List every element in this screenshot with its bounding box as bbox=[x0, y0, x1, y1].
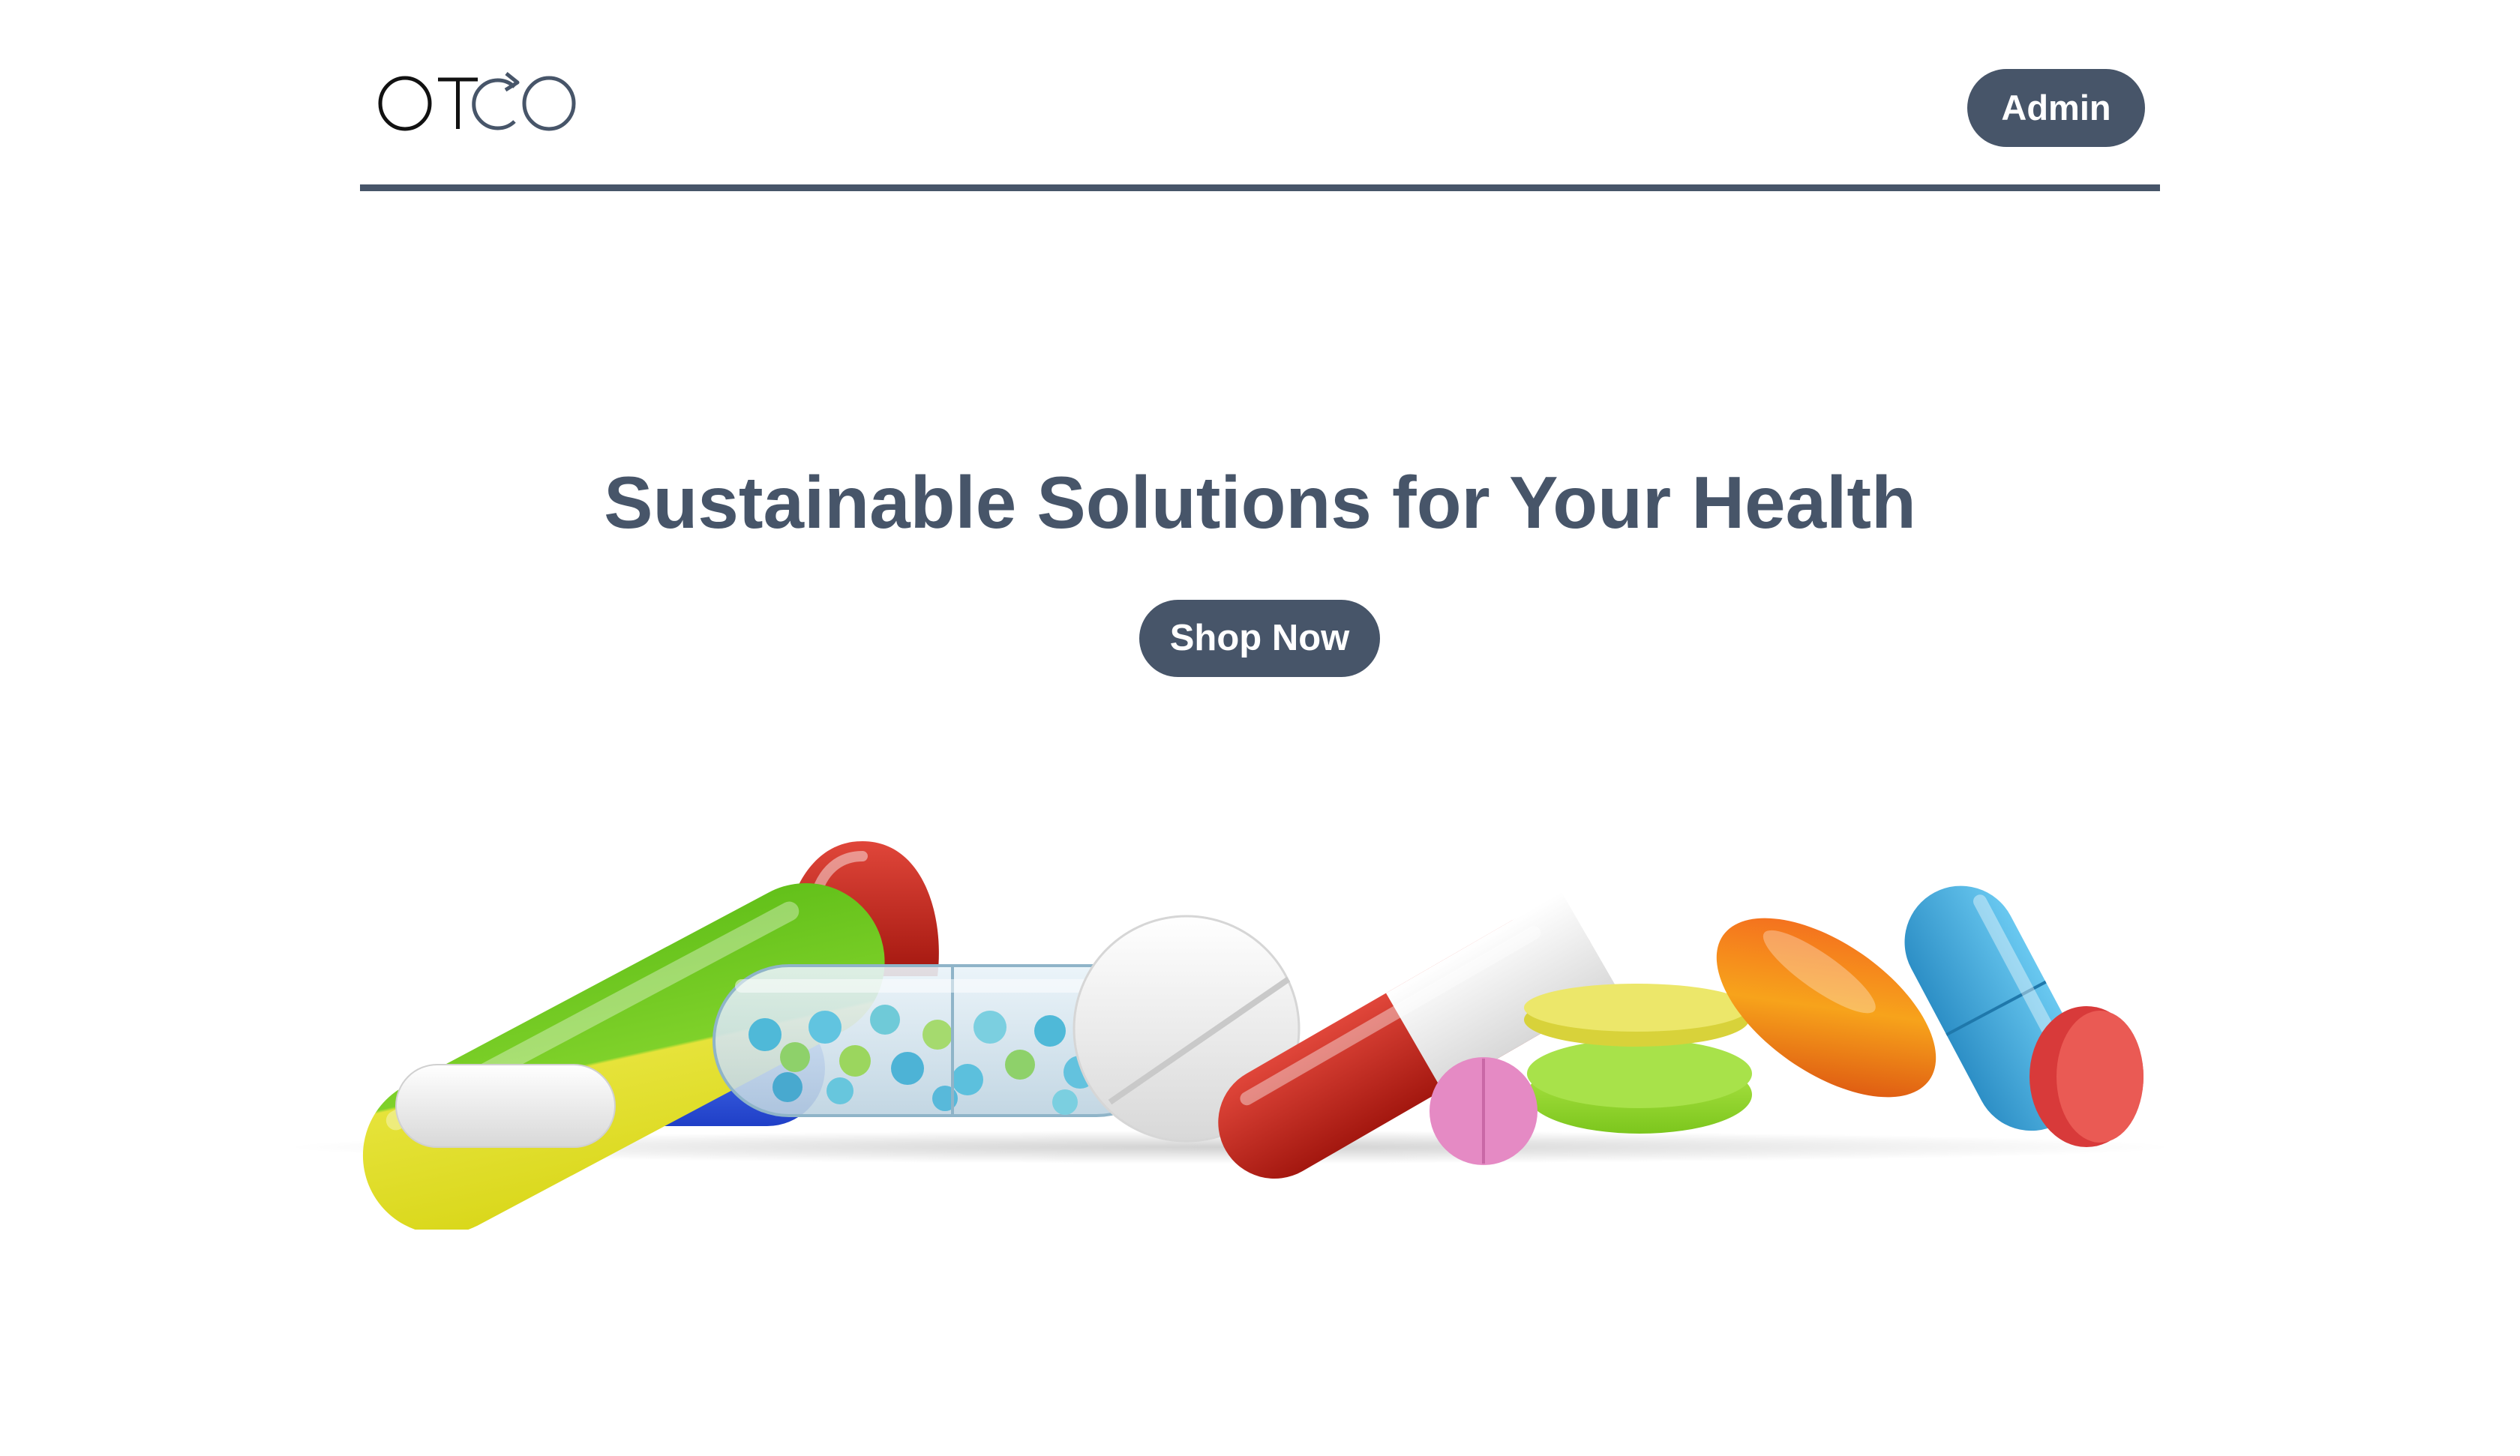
otco-logo[interactable] bbox=[376, 67, 586, 135]
admin-button[interactable]: Admin bbox=[1967, 69, 2145, 147]
header-divider bbox=[360, 184, 2160, 191]
pills-and-capsules-image bbox=[285, 841, 2175, 1230]
site-header: Admin bbox=[360, 0, 2160, 193]
hero-title: Sustainable Solutions for Your Health bbox=[604, 461, 1916, 544]
shop-now-button[interactable]: Shop Now bbox=[1139, 600, 1380, 677]
